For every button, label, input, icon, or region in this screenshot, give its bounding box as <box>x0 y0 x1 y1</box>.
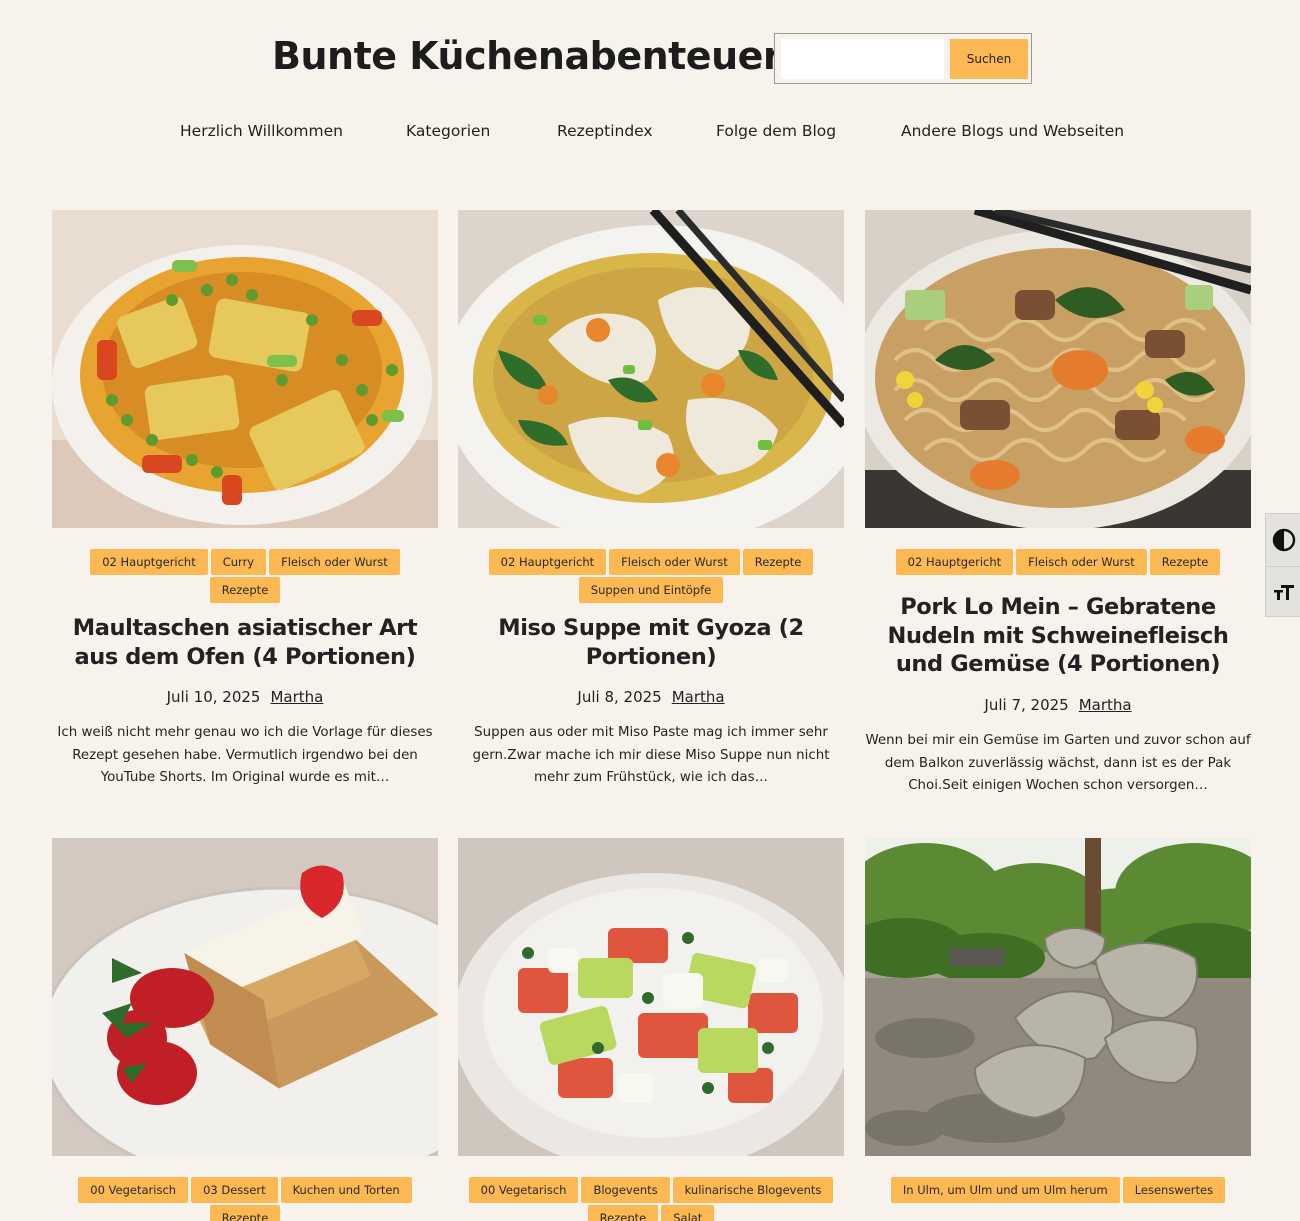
post-thumbnail[interactable] <box>458 838 844 1156</box>
tag-curry[interactable]: Curry <box>210 549 267 575</box>
nav-item-kategorien[interactable]: Kategorien <box>406 122 490 140</box>
search-button[interactable]: Suchen <box>950 39 1028 79</box>
tag-rezepte[interactable]: Rezepte <box>587 1205 659 1221</box>
post-thumbnail[interactable] <box>52 210 438 528</box>
tag-rezepte[interactable]: Rezepte <box>1149 549 1221 575</box>
text-size-button[interactable] <box>1266 566 1300 617</box>
post-excerpt: Ich weiß nicht mehr genau wo ich die Vor… <box>57 725 433 785</box>
post-image-maultaschen <box>52 210 438 528</box>
tag-02-hauptgericht[interactable]: 02 Hauptgericht <box>488 549 607 575</box>
post-tags: 02 Hauptgericht Fleisch oder Wurst Rezep… <box>458 549 844 603</box>
tag-kulinarische-blogevents[interactable]: kulinarische Blogevents <box>672 1177 834 1203</box>
post-author[interactable]: Martha <box>672 688 725 706</box>
nav-item-folge-dem-blog[interactable]: Folge dem Blog <box>716 122 836 140</box>
tag-00-vegetarisch[interactable]: 00 Vegetarisch <box>468 1177 579 1203</box>
post-image-pork-lo-mein <box>865 210 1251 528</box>
post-thumbnail[interactable] <box>865 210 1251 528</box>
post-date: Juli 7, 2025 <box>984 696 1069 714</box>
tag-salat[interactable]: Salat <box>661 1205 715 1221</box>
post-card: 02 Hauptgericht Fleisch oder Wurst Rezep… <box>865 210 1251 820</box>
main-navigation: Herzlich Willkommen Kategorien Rezeptind… <box>0 122 1300 144</box>
post-date: Juli 10, 2025 <box>166 688 261 706</box>
tag-fleisch-oder-wurst[interactable]: Fleisch oder Wurst <box>609 549 740 575</box>
contrast-icon <box>1272 528 1295 551</box>
post-excerpt: Wenn bei mir ein Gemüse im Garten und zu… <box>865 733 1251 793</box>
tag-suppen-und-eintoepfe[interactable]: Suppen und Eintöpfe <box>578 577 724 603</box>
nav-item-herzlich-willkommen[interactable]: Herzlich Willkommen <box>180 122 343 140</box>
post-image-park-skulptur <box>865 838 1251 1156</box>
post-title[interactable]: Maultaschen asiatischer Art aus dem Ofen… <box>52 614 438 671</box>
post-card: 02 Hauptgericht Curry Fleisch oder Wurst… <box>52 210 438 810</box>
tag-kuchen-und-torten[interactable]: Kuchen und Torten <box>280 1177 412 1203</box>
post-meta: Juli 10, 2025 Martha <box>52 688 438 706</box>
post-author[interactable]: Martha <box>1079 696 1132 714</box>
search-input[interactable] <box>781 39 944 79</box>
post-thumbnail[interactable] <box>865 838 1251 1156</box>
post-tags: 02 Hauptgericht Curry Fleisch oder Wurst… <box>52 549 438 603</box>
tag-fleisch-oder-wurst[interactable]: Fleisch oder Wurst <box>269 549 400 575</box>
post-image-dessert <box>52 838 438 1156</box>
tag-02-hauptgericht[interactable]: 02 Hauptgericht <box>90 549 208 575</box>
post-date: Juli 8, 2025 <box>577 688 662 706</box>
tag-02-hauptgericht[interactable]: 02 Hauptgericht <box>895 549 1014 575</box>
tag-in-ulm[interactable]: In Ulm, um Ulm und um Ulm herum <box>890 1177 1120 1203</box>
post-image-salat <box>458 838 844 1156</box>
tag-rezepte[interactable]: Rezepte <box>209 1205 281 1221</box>
post-image-miso-suppe <box>458 210 844 528</box>
site-header: Bunte Küchenabenteuer Suchen Herzlich Wi… <box>0 0 1300 180</box>
post-tags: 00 Vegetarisch 03 Dessert Kuchen und Tor… <box>52 1177 438 1221</box>
tag-00-vegetarisch[interactable]: 00 Vegetarisch <box>78 1177 189 1203</box>
nav-item-andere-blogs[interactable]: Andere Blogs und Webseiten <box>901 122 1124 140</box>
post-thumbnail[interactable] <box>52 838 438 1156</box>
post-title[interactable]: Miso Suppe mit Gyoza (2 Portionen) <box>458 614 844 671</box>
nav-item-rezeptindex[interactable]: Rezeptindex <box>557 122 653 140</box>
post-card: 00 Vegetarisch Blogevents kulinarische B… <box>458 838 844 1221</box>
tag-rezepte[interactable]: Rezepte <box>742 549 814 575</box>
contrast-button[interactable] <box>1266 514 1300 565</box>
post-tags: 00 Vegetarisch Blogevents kulinarische B… <box>458 1177 844 1221</box>
tag-fleisch-oder-wurst[interactable]: Fleisch oder Wurst <box>1016 549 1147 575</box>
site-title[interactable]: Bunte Küchenabenteuer <box>272 34 782 78</box>
post-tags: In Ulm, um Ulm und um Ulm herum Lesenswe… <box>865 1177 1251 1203</box>
accessibility-toolbar <box>1265 513 1300 617</box>
post-thumbnail[interactable] <box>458 210 844 528</box>
post-card: 00 Vegetarisch 03 Dessert Kuchen und Tor… <box>52 838 438 1221</box>
tag-lesenswertes[interactable]: Lesenswertes <box>1122 1177 1226 1203</box>
tag-rezepte[interactable]: Rezepte <box>209 577 281 603</box>
post-tags: 02 Hauptgericht Fleisch oder Wurst Rezep… <box>865 549 1251 575</box>
post-meta: Juli 7, 2025 Martha <box>865 696 1251 714</box>
search-form: Suchen <box>774 33 1032 84</box>
post-excerpt: Suppen aus oder mit Miso Paste mag ich i… <box>472 725 830 785</box>
post-meta: Juli 8, 2025 Martha <box>458 688 844 706</box>
text-size-icon <box>1273 585 1294 600</box>
tag-blogevents[interactable]: Blogevents <box>581 1177 670 1203</box>
post-author[interactable]: Martha <box>270 688 323 706</box>
post-title[interactable]: Pork Lo Mein – Gebratene Nudeln mit Schw… <box>865 593 1251 679</box>
post-card: In Ulm, um Ulm und um Ulm herum Lesenswe… <box>865 838 1251 1221</box>
post-card: 02 Hauptgericht Fleisch oder Wurst Rezep… <box>458 210 844 810</box>
tag-03-dessert[interactable]: 03 Dessert <box>191 1177 278 1203</box>
